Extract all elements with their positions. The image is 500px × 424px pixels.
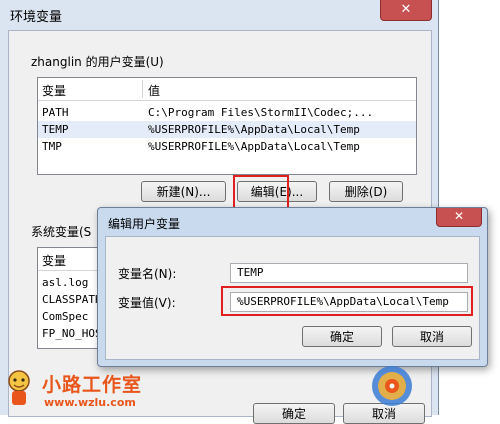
edit-button-highlight — [233, 175, 289, 211]
variable-name-label: 变量名(N): — [118, 267, 177, 281]
variable-name: TMP — [42, 140, 62, 153]
table-row[interactable]: PATH C:\Program Files\StormII\Codec;... — [38, 104, 416, 121]
column-header-variable[interactable]: 变量 — [42, 252, 66, 269]
variable-value: C:\Program Files\StormII\Codec;... — [148, 106, 374, 119]
column-separator — [142, 80, 143, 98]
variable-name: ComSpec — [42, 310, 89, 323]
variable-name: CLASSPATH — [42, 293, 102, 306]
dialog-title: 编辑用户变量 — [108, 217, 181, 231]
delete-button[interactable]: 删除(D) — [329, 181, 403, 202]
column-header-value[interactable]: 值 — [148, 82, 160, 99]
ok-button[interactable]: 确定 — [302, 326, 382, 347]
cancel-button[interactable]: 取消 — [392, 326, 472, 347]
close-icon[interactable]: ✕ — [380, 0, 432, 21]
user-variables-label: zhanglin 的用户变量(U) — [31, 55, 164, 69]
close-icon[interactable]: ✕ — [436, 208, 482, 227]
variable-value-label: 变量值(V): — [118, 296, 176, 310]
dialog-client: 变量名(N): TEMP 变量值(V): %USERPROFILE%\AppDa… — [105, 236, 480, 360]
watermark-name: 小路工作室 — [42, 374, 143, 396]
edit-user-variable-dialog: 编辑用户变量 ✕ 变量名(N): TEMP 变量值(V): %USERPROFI… — [97, 207, 488, 367]
table-row[interactable]: TMP %USERPROFILE%\AppData\Local\Temp — [38, 138, 416, 155]
watermark-url: www.wzlu.com — [44, 396, 136, 409]
variable-value: %USERPROFILE%\AppData\Local\Temp — [148, 123, 360, 136]
list-header: 变量 值 — [38, 78, 416, 101]
table-row-selected[interactable]: TEMP %USERPROFILE%\AppData\Local\Temp — [38, 121, 416, 138]
system-variables-label: 系统变量(S — [31, 225, 92, 239]
variable-name: TEMP — [42, 123, 69, 136]
new-button[interactable]: 新建(N)... — [141, 181, 226, 202]
user-variables-list[interactable]: 变量 值 PATH C:\Program Files\StormII\Codec… — [37, 77, 417, 175]
variable-name: PATH — [42, 106, 69, 119]
variable-value-highlight — [221, 286, 473, 316]
variable-value: %USERPROFILE%\AppData\Local\Temp — [148, 140, 360, 153]
column-header-variable[interactable]: 变量 — [42, 82, 66, 99]
variable-name-field[interactable]: TEMP — [230, 263, 468, 283]
window-title: 环境变量 — [10, 10, 63, 25]
ok-button[interactable]: 确定 — [253, 403, 335, 424]
mascot-logo-icon — [8, 370, 30, 405]
disc-logo-icon — [372, 366, 412, 406]
variable-name: asl.log — [42, 276, 89, 289]
